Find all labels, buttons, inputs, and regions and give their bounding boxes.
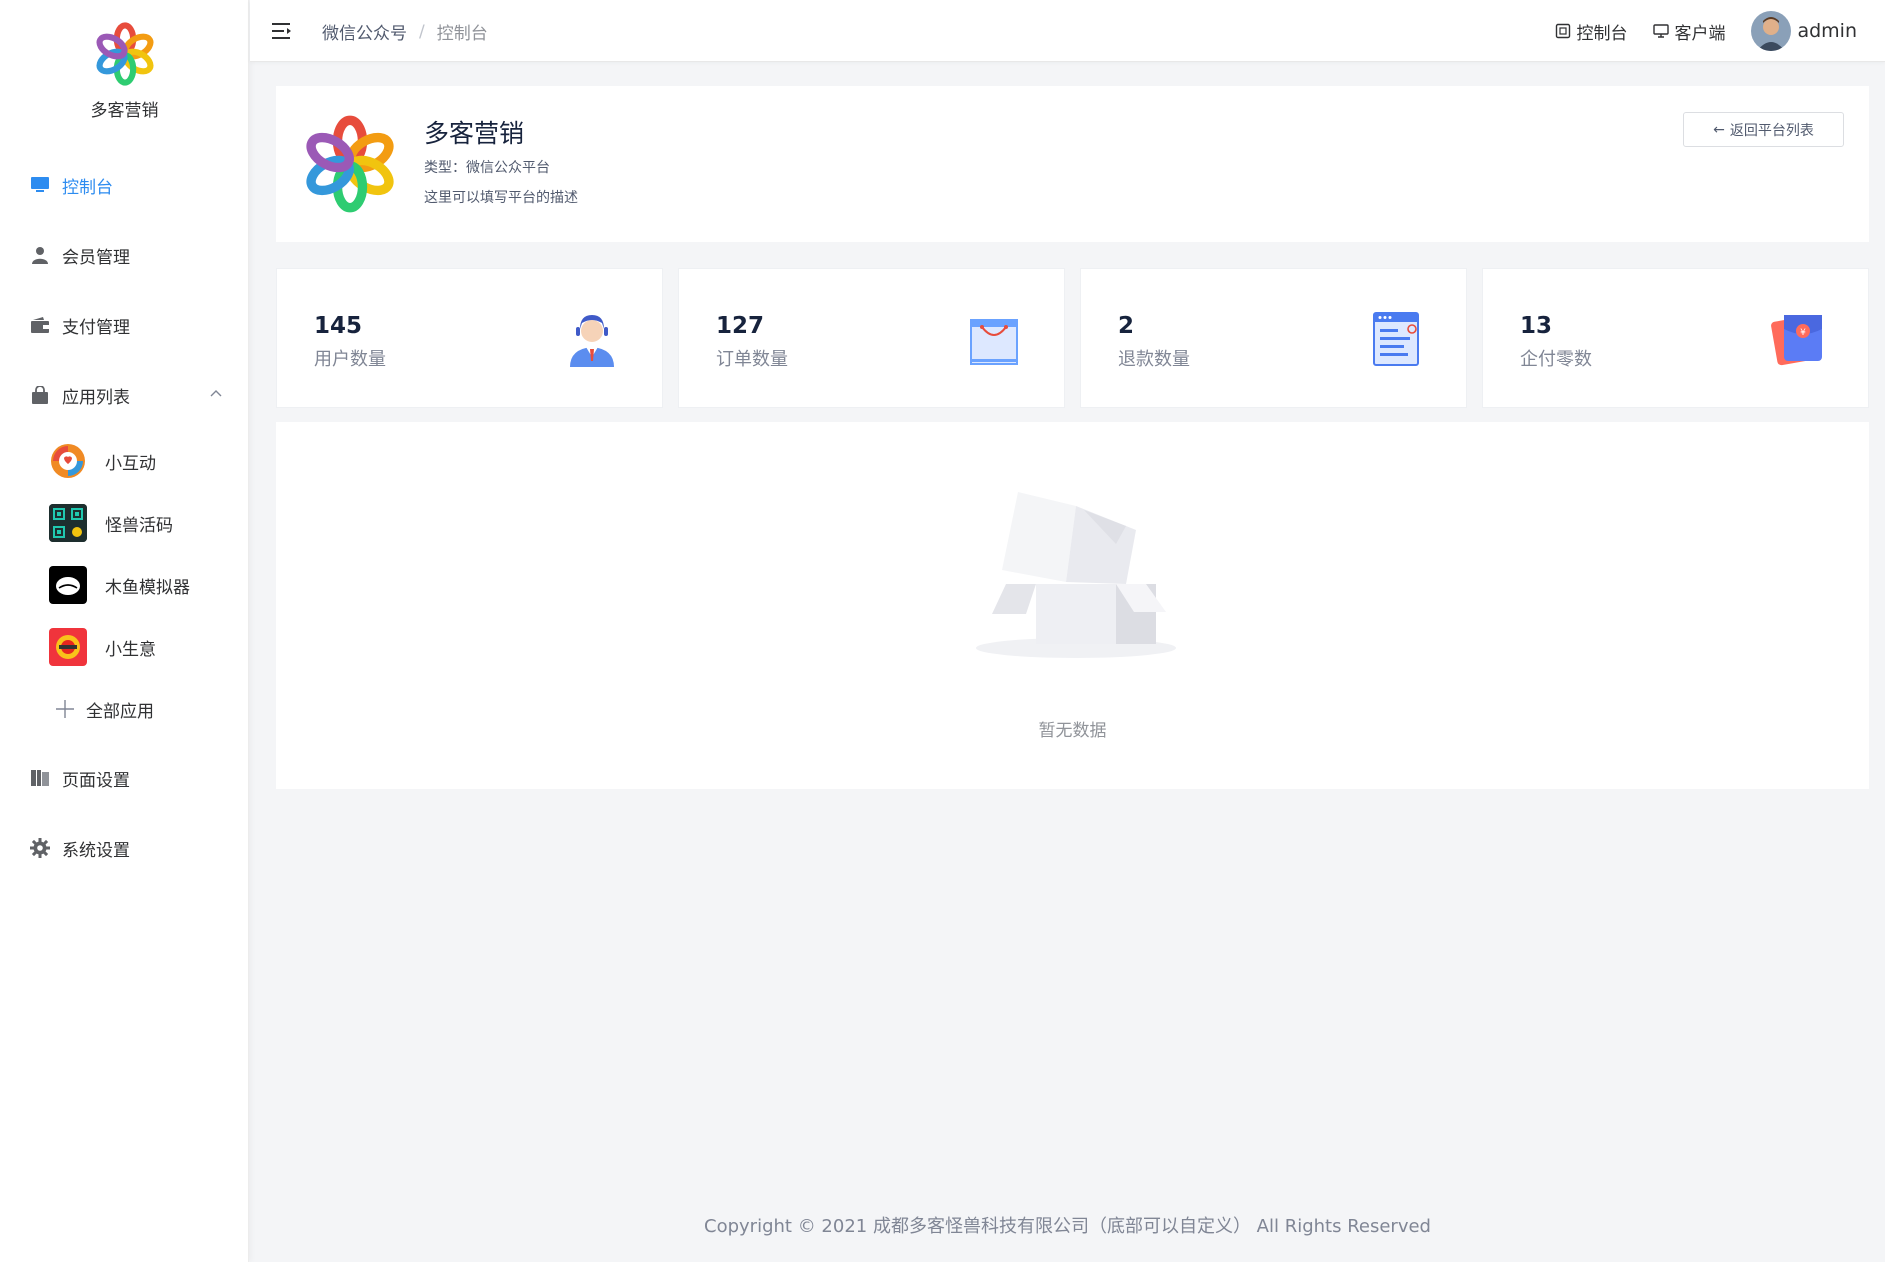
user-menu[interactable]: admin	[1751, 11, 1857, 51]
sidebar: 多客营销 控制台 会员管理 支付管理 应用列表 小互动 怪兽活码 木鱼模拟器 小…	[0, 0, 249, 1262]
sidebar-all-apps[interactable]: 全部应用	[0, 684, 249, 734]
sidebar-item-apps[interactable]: 应用列表	[0, 369, 249, 421]
interaction-app-icon	[49, 442, 87, 480]
platform-logo-icon	[306, 115, 394, 213]
header-dashboard-link[interactable]: 控制台	[1555, 19, 1627, 44]
chevron-up-icon	[210, 390, 222, 397]
stat-value: 2	[1118, 313, 1135, 339]
avatar	[1751, 11, 1792, 51]
brand-name: 多客营销	[90, 101, 159, 121]
stat-card-refunds: 2 退款数量	[1080, 268, 1467, 408]
stat-value: 145	[314, 313, 363, 339]
footer: Copyright © 2021 成都多客怪兽科技有限公司（底部可以自定义） A…	[704, 1216, 1431, 1237]
brand-logo-icon	[96, 22, 153, 86]
platform-type: 类型：微信公众平台	[424, 160, 550, 176]
stat-label: 用户数量	[314, 349, 386, 370]
stat-label: 订单数量	[716, 349, 788, 370]
user-name: admin	[1797, 20, 1857, 42]
sidebar-item-label: 页面设置	[62, 770, 130, 791]
sidebar-app-interaction[interactable]: 小互动	[0, 436, 249, 486]
sidebar-item-dashboard[interactable]: 控制台	[0, 159, 249, 211]
monitor-icon	[30, 175, 50, 195]
sidebar-app-muyu[interactable]: 木鱼模拟器	[0, 560, 249, 610]
qrcode-app-icon	[49, 504, 87, 542]
breadcrumb-current: 控制台	[436, 24, 488, 44]
sidebar-item-page-settings[interactable]: 页面设置	[0, 752, 249, 804]
sidebar-app-label: 怪兽活码	[105, 515, 173, 536]
sidebar-app-label: 木鱼模拟器	[105, 577, 190, 598]
stat-card-orders: 127 订单数量	[678, 268, 1065, 408]
sidebar-item-label: 会员管理	[62, 247, 130, 268]
back-button-label: 返回平台列表	[1729, 122, 1814, 139]
plus-icon	[54, 698, 76, 720]
arrow-left-icon: ←	[1713, 121, 1725, 138]
header-link-label: 客户端	[1674, 23, 1726, 44]
stat-card-users: 145 用户数量	[276, 268, 663, 408]
business-app-icon	[49, 628, 87, 666]
stat-label: 企付零数	[1520, 349, 1592, 370]
platform-title: 多客营销	[424, 119, 525, 148]
brand[interactable]: 多客营销	[0, 20, 249, 121]
empty-box-icon	[976, 492, 1176, 658]
sidebar-all-apps-label: 全部应用	[86, 701, 154, 722]
svg-text:¥: ¥	[1800, 328, 1806, 338]
user-avatar-icon	[570, 315, 614, 367]
sidebar-item-label: 应用列表	[62, 387, 130, 408]
document-icon	[1373, 312, 1419, 366]
muyu-app-icon	[49, 566, 87, 604]
breadcrumb-separator: /	[419, 21, 425, 42]
sidebar-item-label: 支付管理	[62, 317, 130, 338]
book-icon	[30, 768, 50, 788]
shopping-bag-icon	[970, 319, 1018, 365]
sidebar-item-payment[interactable]: 支付管理	[0, 299, 249, 351]
desktop-icon	[1653, 24, 1670, 38]
breadcrumb-wechat[interactable]: 微信公众号	[322, 19, 407, 44]
sidebar-app-label: 小生意	[105, 639, 156, 660]
sidebar-app-business[interactable]: 小生意	[0, 622, 249, 672]
breadcrumb: 微信公众号 / 控制台	[322, 19, 488, 45]
back-to-platform-list-button[interactable]: ← 返回平台列表	[1683, 112, 1844, 147]
sidebar-app-label: 小互动	[105, 453, 156, 474]
platform-card: 多客营销 类型：微信公众平台 这里可以填写平台的描述 ← 返回平台列表	[276, 86, 1869, 242]
wallet-icon	[30, 315, 50, 335]
stat-value: 13	[1520, 313, 1553, 339]
stat-card-payments: 13 企付零数 ¥	[1482, 268, 1869, 408]
gear-icon	[30, 838, 50, 858]
header-client-link[interactable]: 客户端	[1653, 19, 1725, 44]
stat-label: 退款数量	[1118, 349, 1190, 370]
menu-toggle-icon[interactable]	[270, 19, 294, 43]
sidebar-app-qrcode[interactable]: 怪兽活码	[0, 498, 249, 548]
platform-description: 这里可以填写平台的描述	[424, 190, 578, 206]
empty-state-card: 暂无数据	[276, 422, 1869, 789]
top-header: 微信公众号 / 控制台 控制台 客户端 admin	[250, 0, 1885, 62]
header-actions: 控制台 客户端 admin	[1529, 0, 1857, 62]
dashboard-icon	[1556, 23, 1571, 39]
sidebar-item-members[interactable]: 会员管理	[0, 229, 249, 281]
header-link-label: 控制台	[1576, 23, 1628, 44]
red-packet-icon: ¥	[1771, 315, 1822, 366]
sidebar-item-label: 系统设置	[62, 840, 130, 861]
sidebar-item-label: 控制台	[62, 177, 113, 198]
user-icon	[30, 245, 50, 265]
empty-state-text: 暂无数据	[1038, 721, 1107, 741]
app-root: 多客营销 控制台 会员管理 支付管理 应用列表 小互动 怪兽活码 木鱼模拟器 小…	[0, 0, 1885, 1262]
sidebar-item-system-settings[interactable]: 系统设置	[0, 822, 249, 874]
stat-value: 127	[716, 313, 765, 339]
bag-icon	[30, 385, 50, 405]
